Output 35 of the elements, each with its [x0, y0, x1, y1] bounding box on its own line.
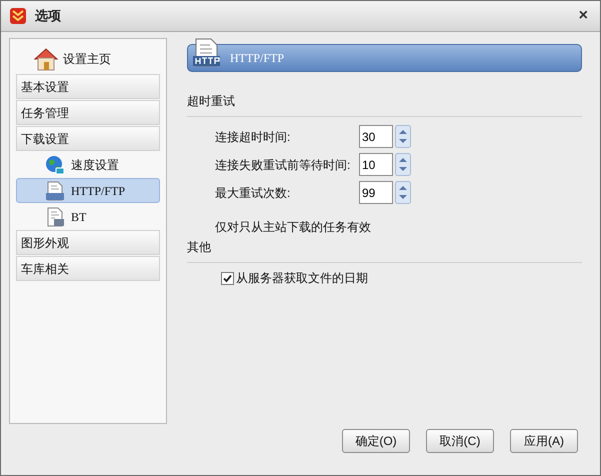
globe-icon [45, 154, 65, 174]
dialog-button[interactable]: 应用(A) [510, 429, 578, 453]
close-button[interactable]: × [574, 8, 592, 24]
spinner-arrows-icon[interactable] [395, 153, 411, 176]
app-logo-icon [9, 7, 27, 25]
http-document-icon [45, 180, 65, 200]
section-title: HTTP/FTP [230, 50, 284, 67]
field-label: 最大重试次数: [215, 184, 292, 202]
check-icon [222, 272, 233, 284]
note-text: 仅对只从主站下载的任务有效 [214, 219, 372, 236]
field-label: 连接超时时间: [215, 128, 292, 146]
sidebar-item[interactable]: HTTP/FTP [16, 178, 160, 203]
sidebar-section[interactable]: 基本设置 [16, 74, 160, 99]
http-document-icon [192, 38, 222, 68]
number-field[interactable]: 10 [359, 153, 393, 176]
house-icon [33, 47, 59, 71]
window-title: 选项 [35, 7, 61, 26]
group-heading: 其他 [187, 238, 582, 263]
sidebar-section[interactable]: 车库相关 [16, 256, 160, 281]
sidebar-home-item[interactable]: 设置主页 [16, 45, 160, 73]
number-field[interactable]: 99 [359, 181, 393, 204]
dialog-button[interactable]: 取消(C) [426, 429, 494, 453]
sidebar-section[interactable]: 下载设置 [16, 126, 160, 151]
group-heading: 超时重试 [187, 92, 582, 117]
sidebar-item[interactable]: BT [16, 204, 160, 229]
sidebar-section[interactable]: 图形外观 [16, 230, 160, 255]
spinner-arrows-icon[interactable] [395, 181, 411, 204]
checkbox-option[interactable]: 从服务器获取文件的日期 [187, 269, 582, 287]
dialog-button[interactable]: 确定(O) [342, 429, 410, 453]
sidebar-item[interactable]: 速度设置 [16, 152, 160, 177]
sidebar-section[interactable]: 任务管理 [16, 100, 160, 125]
number-field[interactable]: 30 [359, 125, 393, 148]
spinner-arrows-icon[interactable] [395, 125, 411, 148]
bt-document-icon [45, 206, 65, 226]
field-label: 连接失败重试前等待时间: [215, 156, 352, 174]
